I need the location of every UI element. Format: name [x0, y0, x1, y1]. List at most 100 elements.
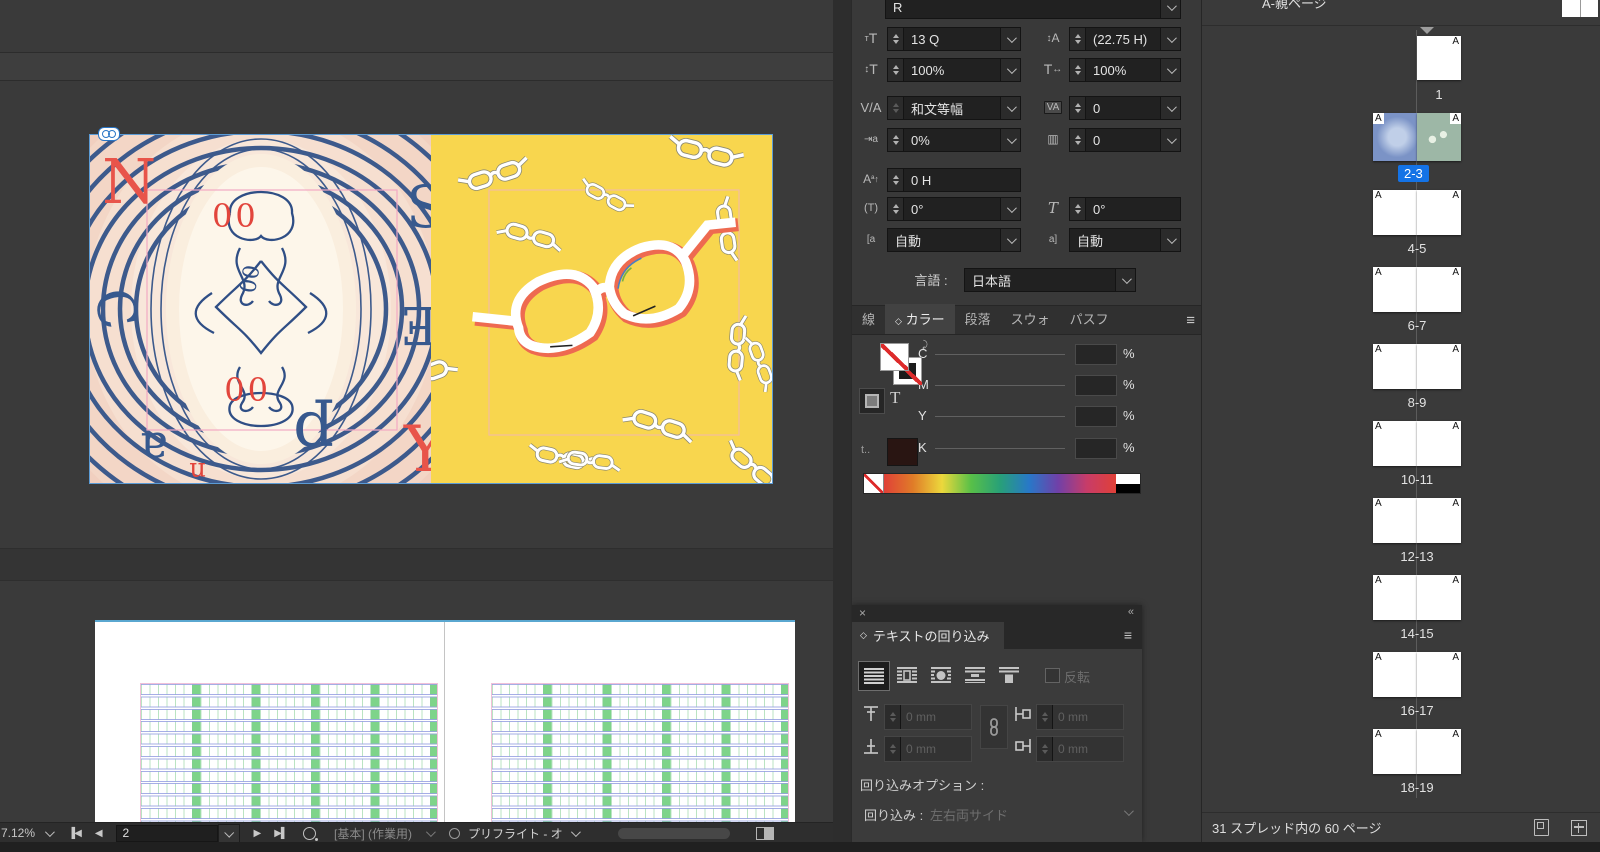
wrap-none-button[interactable]	[858, 661, 890, 691]
text-wrap-menu-icon[interactable]: ≡	[1124, 627, 1132, 643]
page-label-8-9[interactable]: 8-9	[1372, 395, 1462, 410]
wrap-jump-object-button[interactable]	[960, 661, 990, 689]
baseline-shift-field[interactable]: 0 H	[887, 168, 1021, 192]
page-thumbnail-13[interactable]: A	[1417, 498, 1461, 543]
link-badge-icon[interactable]	[98, 127, 120, 141]
font-size-field[interactable]: 13 Q	[887, 27, 1021, 51]
page-4-grid[interactable]	[95, 622, 445, 822]
page-thumbnail-3[interactable]: A	[1417, 113, 1461, 161]
page-thumbnail-18[interactable]: A	[1373, 729, 1417, 774]
m-slider[interactable]	[935, 385, 1065, 386]
profile-dropdown-icon[interactable]	[425, 826, 436, 837]
prev-page-button[interactable]: ◀	[95, 828, 103, 839]
page-2-pink-rings[interactable]: 00 00 00 N S C E p a n Y	[90, 135, 431, 483]
horizontal-scrollbar[interactable]	[617, 827, 730, 839]
page-label-1[interactable]: 1	[1394, 87, 1484, 102]
page-label-10-11[interactable]: 10-11	[1372, 472, 1462, 487]
page-thumbnail-17[interactable]: A	[1417, 652, 1461, 697]
tab-pathfinder[interactable]: パスフ	[1060, 304, 1119, 334]
page-3-yellow-glasses[interactable]	[431, 135, 772, 483]
preflight-profile[interactable]: [基本] (作業用)	[334, 825, 412, 842]
language-field[interactable]: 日本語	[964, 268, 1136, 292]
document-canvas[interactable]: 00 00 00 N S C E p a n Y	[0, 0, 833, 822]
tab-paragraph[interactable]: 段落	[955, 304, 1001, 334]
page-number-field[interactable]: 2	[115, 824, 218, 842]
offset-link-button[interactable]	[980, 705, 1008, 749]
skew-field[interactable]: 0°	[1069, 197, 1181, 221]
ramp-white-black[interactable]	[1116, 474, 1140, 493]
page-label-12-13[interactable]: 12-13	[1372, 549, 1462, 564]
tab-swatches[interactable]: スウォ	[1001, 304, 1060, 334]
ramp-spectrum[interactable]	[884, 474, 1116, 493]
text-wrap-tab[interactable]: ◇ テキストの回り込み	[852, 622, 1004, 649]
invert-checkbox[interactable]	[1045, 668, 1060, 683]
fill-swatch-none[interactable]	[880, 343, 909, 371]
color-ramp[interactable]	[863, 473, 1141, 494]
page-label-18-19[interactable]: 18-19	[1372, 780, 1462, 795]
c-value-field[interactable]	[1075, 344, 1117, 365]
wrap-to-value[interactable]: 左右両サイド	[930, 805, 1008, 824]
tracking-field[interactable]: 0	[1069, 96, 1181, 120]
wrap-object-shape-button[interactable]	[926, 661, 956, 689]
m-value-field[interactable]	[1075, 375, 1117, 396]
tab-stroke[interactable]: 線	[852, 304, 885, 334]
spread-2-3-artwork[interactable]: 00 00 00 N S C E p a n Y	[89, 134, 773, 484]
offset-right-field[interactable]: 0 mm	[1036, 736, 1124, 762]
panel-menu-icon[interactable]: ≡	[1186, 312, 1195, 329]
tab-color[interactable]: ◇ カラー	[885, 304, 955, 334]
page-thumbnail-14[interactable]: A	[1373, 575, 1417, 620]
aki-right-field[interactable]: 0	[1069, 128, 1181, 152]
wrap-to-dropdown-icon[interactable]	[1123, 806, 1134, 817]
kerning-field[interactable]: 和文等幅	[887, 96, 1021, 120]
close-icon[interactable]: ×	[859, 606, 866, 620]
grid-jidori-right-field[interactable]: 自動	[1069, 228, 1181, 252]
vertical-scale-field[interactable]: 100%	[887, 58, 1021, 82]
preflight-dropdown-icon[interactable]	[570, 826, 581, 837]
grid-jidori-left-field[interactable]: 自動	[887, 228, 1021, 252]
y-slider[interactable]	[935, 416, 1065, 417]
char-rotation-field[interactable]: 0°	[887, 197, 1021, 221]
page-dropdown[interactable]	[217, 823, 240, 843]
spread-4-5-grid[interactable]	[95, 620, 795, 822]
page-label-4-5[interactable]: 4-5	[1372, 241, 1462, 256]
new-spread-icon[interactable]	[1534, 819, 1549, 836]
k-slider[interactable]	[935, 448, 1065, 449]
page-label-16-17[interactable]: 16-17	[1372, 703, 1462, 718]
page-thumbnail-1[interactable]: A	[1417, 36, 1461, 80]
page-thumbnail-12[interactable]: A	[1373, 498, 1417, 543]
collapse-icon[interactable]: «	[1128, 606, 1134, 618]
add-page-icon[interactable]	[1571, 819, 1587, 836]
leading-field[interactable]: (22.75 H)	[1069, 27, 1181, 51]
page-thumbnail-10[interactable]: A	[1373, 421, 1417, 466]
wrap-bounding-box-button[interactable]	[892, 661, 922, 689]
zoom-level[interactable]: 7.12%	[1, 826, 35, 840]
page-thumbnail-7[interactable]: A	[1417, 267, 1461, 312]
first-page-button[interactable]: ▐◀	[68, 828, 82, 839]
k-value-field[interactable]	[1075, 438, 1117, 459]
horizontal-scale-field[interactable]: 100%	[1069, 58, 1181, 82]
font-style-field[interactable]: R	[885, 0, 1181, 19]
preflight-status-text[interactable]: プリフライト - オ	[468, 825, 563, 842]
zoom-dropdown-icon[interactable]	[44, 826, 55, 837]
page-label-14-15[interactable]: 14-15	[1372, 626, 1462, 641]
page-thumbnail-8[interactable]: A	[1373, 344, 1417, 389]
offset-bottom-field[interactable]: 0 mm	[884, 736, 972, 762]
offset-top-field[interactable]: 0 mm	[884, 704, 972, 730]
page-thumbnail-19[interactable]: A	[1417, 729, 1461, 774]
page-label-2-3[interactable]: 2-3	[1398, 165, 1429, 182]
offset-left-field[interactable]: 0 mm	[1036, 704, 1124, 730]
page-thumbnail-4[interactable]: A	[1373, 190, 1417, 235]
page-thumbnail-5[interactable]: A	[1417, 190, 1461, 235]
page-thumbnail-6[interactable]: A	[1373, 267, 1417, 312]
wrap-jump-next-column-button[interactable]	[994, 661, 1024, 689]
page-thumbnail-11[interactable]: A	[1417, 421, 1461, 466]
page-thumbnail-9[interactable]: A	[1417, 344, 1461, 389]
ramp-none-swatch[interactable]	[864, 474, 884, 493]
page-thumbnail-15[interactable]: A	[1417, 575, 1461, 620]
page-5-grid[interactable]	[445, 622, 794, 822]
aki-left-field[interactable]: 0%	[887, 128, 1021, 152]
y-value-field[interactable]	[1075, 406, 1117, 427]
c-slider[interactable]	[935, 354, 1065, 355]
page-thumbnail-2[interactable]: A	[1373, 113, 1417, 161]
last-page-button[interactable]: ▶▌	[274, 828, 288, 839]
